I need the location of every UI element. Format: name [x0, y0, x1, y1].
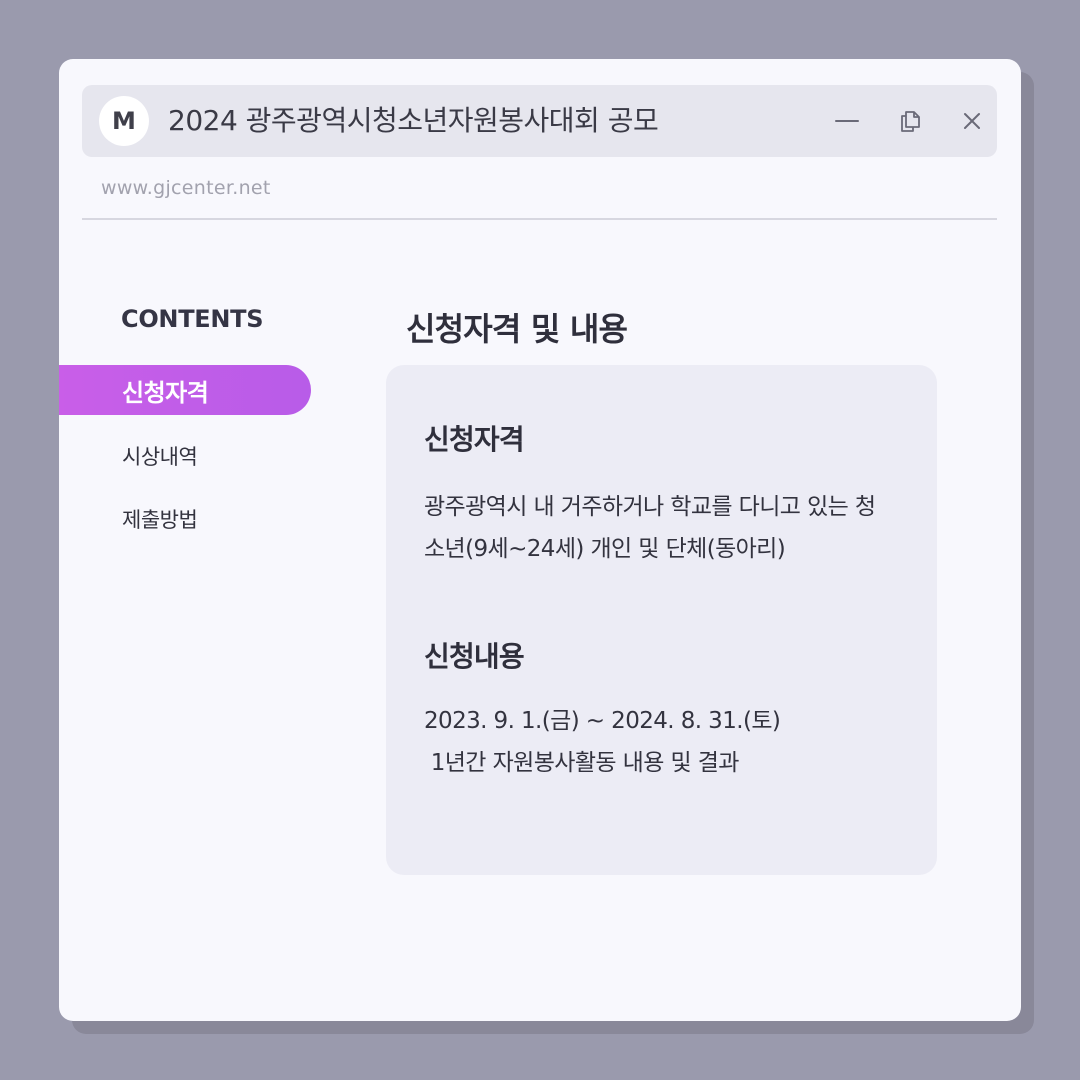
copy-icon: [901, 111, 920, 132]
sidebar-item-label: 신청자격: [122, 378, 209, 407]
avatar[interactable]: M: [99, 96, 149, 146]
qualification-text: 광주광역시 내 거주하거나 학교를 다니고 있는 청소년(9세~24세) 개인 …: [424, 494, 876, 562]
sidebar-item-awards[interactable]: 시상내역: [59, 431, 198, 481]
divider: [82, 218, 997, 220]
title-bar: M 2024 광주광역시청소년자원봉사대회 공모: [82, 85, 997, 157]
content-heading: 신청내용: [424, 640, 525, 673]
content-text: 2023. 9. 1.(금) ~ 2024. 8. 31.(토) 1년간 자원봉…: [424, 700, 894, 784]
close-icon: [964, 113, 980, 129]
minimize-icon: [835, 120, 859, 122]
contents-heading: CONTENTS: [121, 305, 264, 333]
content-card: 신청자격 광주광역시 내 거주하거나 학교를 다니고 있는 청소년(9세~24세…: [386, 365, 937, 875]
minimize-button[interactable]: [829, 103, 865, 139]
qualification-heading: 신청자격: [424, 423, 525, 456]
app-window: M 2024 광주광역시청소년자원봉사대회 공모 www.gjcenter.ne…: [59, 59, 1021, 1021]
activity-line: 1년간 자원봉사활동 내용 및 결과: [424, 750, 740, 776]
url-text[interactable]: www.gjcenter.net: [101, 177, 271, 199]
period-line: 2023. 9. 1.(금) ~ 2024. 8. 31.(토): [424, 708, 781, 734]
sidebar-item-label: 제출방법: [122, 508, 198, 532]
copy-button[interactable]: [892, 103, 928, 139]
sidebar-item-qualification[interactable]: 신청자격: [59, 365, 311, 415]
sidebar-item-submission[interactable]: 제출방법: [59, 494, 198, 544]
page-title: 신청자격 및 내용: [406, 310, 628, 348]
close-button[interactable]: [954, 103, 990, 139]
sidebar-item-label: 시상내역: [122, 445, 198, 469]
window-title: 2024 광주광역시청소년자원봉사대회 공모: [168, 104, 659, 137]
